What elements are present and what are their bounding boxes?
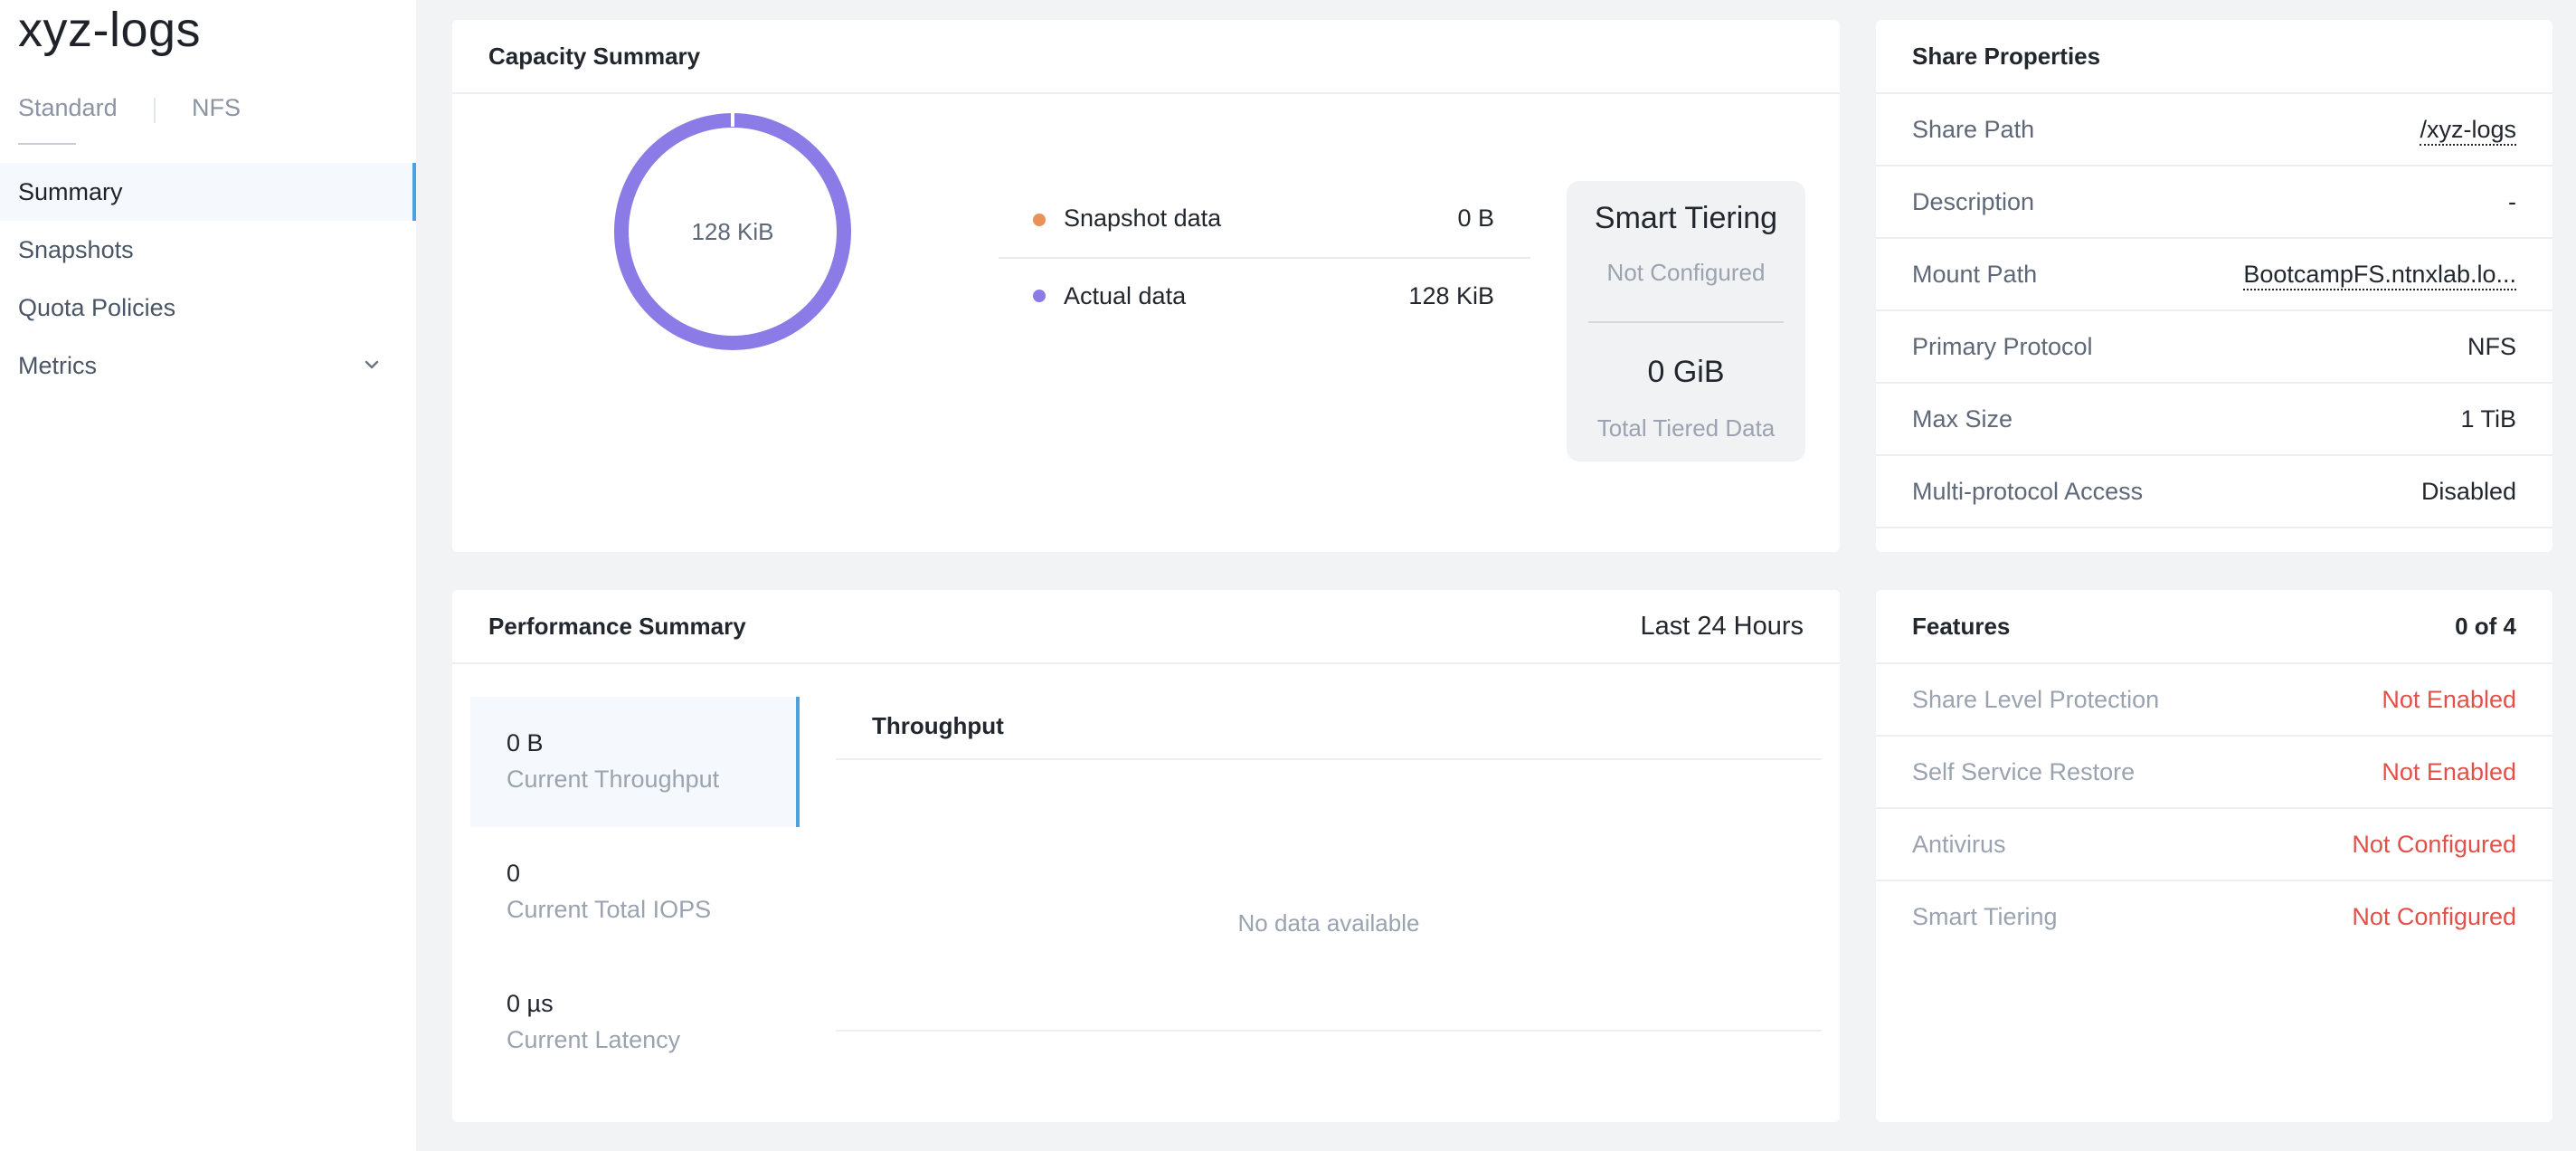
donut-center-label: 128 KiB xyxy=(691,218,774,245)
share-properties-card: Share Properties Share Path /xyz-logs De… xyxy=(1876,20,2552,552)
property-row: Max Size 1 TiB xyxy=(1876,384,2552,456)
tab-standard[interactable]: Standard xyxy=(18,94,118,122)
share-path-value[interactable]: /xyz-logs xyxy=(2420,116,2516,146)
feature-status: Not Configured xyxy=(2352,831,2516,858)
tiered-data-value: 0 GiB xyxy=(1647,355,1725,389)
feature-name: Smart Tiering xyxy=(1912,903,2058,930)
sidebar-item-summary[interactable]: Summary xyxy=(0,163,416,221)
metric-value: 0 xyxy=(507,860,521,887)
metric-caption: Current Throughput xyxy=(507,766,720,793)
features-card: Features 0 of 4 Share Level Protection N… xyxy=(1876,590,2552,1122)
sidebar-item-metrics[interactable]: Metrics xyxy=(0,337,416,395)
metric-value: 0 B xyxy=(507,729,544,756)
sidebar-item-label: Quota Policies xyxy=(18,294,176,321)
tab-underline xyxy=(18,143,76,145)
tab-nfs[interactable]: NFS xyxy=(192,94,241,122)
feature-row: Antivirus Not Configured xyxy=(1876,809,2552,881)
card-header: Share Properties xyxy=(1876,20,2552,94)
sidebar-item-label: Metrics xyxy=(18,352,97,379)
tiered-data-caption: Total Tiered Data xyxy=(1596,414,1776,442)
metric-value: 0 µs xyxy=(507,990,554,1017)
feature-name: Self Service Restore xyxy=(1912,758,2136,785)
metric-caption: Current Total IOPS xyxy=(507,896,712,923)
card-header: Performance Summary Last 24 Hours xyxy=(452,590,1840,664)
chart-baseline xyxy=(836,1030,1822,1032)
throughput-chart: Throughput No data available xyxy=(836,697,1822,1077)
sidebar-nav: Summary Snapshots Quota Policies Metrics xyxy=(0,163,416,395)
property-key: Share Path xyxy=(1912,116,2035,143)
legend-item-snapshot: Snapshot data 0 B xyxy=(999,183,1530,259)
sidebar: xyz-logs Standard NFS Summary Snapshots … xyxy=(0,0,416,1151)
mount-path-link[interactable]: BootcampFS.ntnxlab.lo... xyxy=(2243,239,2516,309)
property-row: Multi-protocol Access Disabled xyxy=(1876,456,2552,528)
capacity-legend: Snapshot data 0 B Actual data 128 KiB xyxy=(999,183,1530,333)
chevron-down-icon[interactable] xyxy=(364,337,380,417)
tiering-divider xyxy=(1588,321,1784,323)
property-row: Share Path /xyz-logs xyxy=(1876,94,2552,166)
feature-status: Not Enabled xyxy=(2382,686,2516,713)
feature-row: Self Service Restore Not Enabled xyxy=(1876,737,2552,809)
metric-iops[interactable]: 0 Current Total IOPS xyxy=(470,827,800,957)
sidebar-item-label: Summary xyxy=(18,178,123,205)
chart-empty-message: No data available xyxy=(1237,909,1420,937)
feature-status: Not Enabled xyxy=(2382,758,2516,785)
metric-caption: Current Latency xyxy=(507,1026,681,1053)
property-value: NFS xyxy=(2467,333,2516,360)
feature-row: Smart Tiering Not Configured xyxy=(1876,881,2552,952)
feature-name: Antivirus xyxy=(1912,831,2006,858)
card-header: Capacity Summary xyxy=(452,20,1840,94)
tab-divider xyxy=(154,98,156,123)
metric-latency[interactable]: 0 µs Current Latency xyxy=(470,957,800,1088)
property-row: Description - xyxy=(1876,166,2552,239)
legend-dot xyxy=(1033,290,1046,302)
card-title: Performance Summary xyxy=(488,613,746,640)
chart-title: Throughput xyxy=(872,712,1004,739)
sidebar-item-label: Snapshots xyxy=(18,236,134,263)
chart-divider xyxy=(836,758,1822,760)
tiering-title: Smart Tiering xyxy=(1594,201,1778,235)
card-title: Capacity Summary xyxy=(488,43,701,70)
features-count: 0 of 4 xyxy=(2455,613,2516,640)
feature-name: Share Level Protection xyxy=(1912,686,2160,713)
performance-summary-card: Performance Summary Last 24 Hours 0 B Cu… xyxy=(452,590,1840,1122)
tiering-status: Not Configured xyxy=(1606,259,1766,286)
property-key: Multi-protocol Access xyxy=(1912,478,2144,505)
capacity-summary-card: Capacity Summary 128 KiB Snapshot data 0… xyxy=(452,20,1840,552)
property-value: - xyxy=(2508,188,2516,215)
legend-item-actual: Actual data 128 KiB xyxy=(999,259,1530,333)
legend-label: Snapshot data xyxy=(1064,205,1222,232)
legend-dot xyxy=(1033,214,1046,226)
property-value: 1 TiB xyxy=(2460,405,2516,433)
sidebar-item-snapshots[interactable]: Snapshots xyxy=(0,221,416,279)
share-path-link[interactable]: /xyz-logs xyxy=(2420,94,2516,165)
metric-throughput[interactable]: 0 B Current Throughput xyxy=(470,697,800,827)
smart-tiering-box: Smart Tiering Not Configured 0 GiB Total… xyxy=(1567,181,1805,461)
legend-label: Actual data xyxy=(1064,282,1187,309)
property-value: Disabled xyxy=(2420,478,2516,505)
time-range-selector[interactable]: Last 24 Hours xyxy=(1640,590,1804,662)
legend-value: 0 B xyxy=(1457,205,1494,232)
mount-path-value[interactable]: BootcampFS.ntnxlab.lo... xyxy=(2243,261,2516,290)
feature-status: Not Configured xyxy=(2352,903,2516,930)
share-title: xyz-logs xyxy=(18,3,202,57)
legend-value: 128 KiB xyxy=(1408,282,1494,309)
property-key: Mount Path xyxy=(1912,261,2038,288)
property-row: Primary Protocol NFS xyxy=(1876,311,2552,384)
sidebar-item-quota-policies[interactable]: Quota Policies xyxy=(0,279,416,337)
card-title: Features xyxy=(1912,613,2011,640)
property-key: Description xyxy=(1912,188,2035,215)
property-row: Mount Path BootcampFS.ntnxlab.lo... xyxy=(1876,239,2552,311)
property-key: Max Size xyxy=(1912,405,2013,433)
card-title: Share Properties xyxy=(1912,43,2101,70)
card-header: Features 0 of 4 xyxy=(1876,590,2552,664)
property-key: Primary Protocol xyxy=(1912,333,2093,360)
feature-row: Share Level Protection Not Enabled xyxy=(1876,664,2552,737)
